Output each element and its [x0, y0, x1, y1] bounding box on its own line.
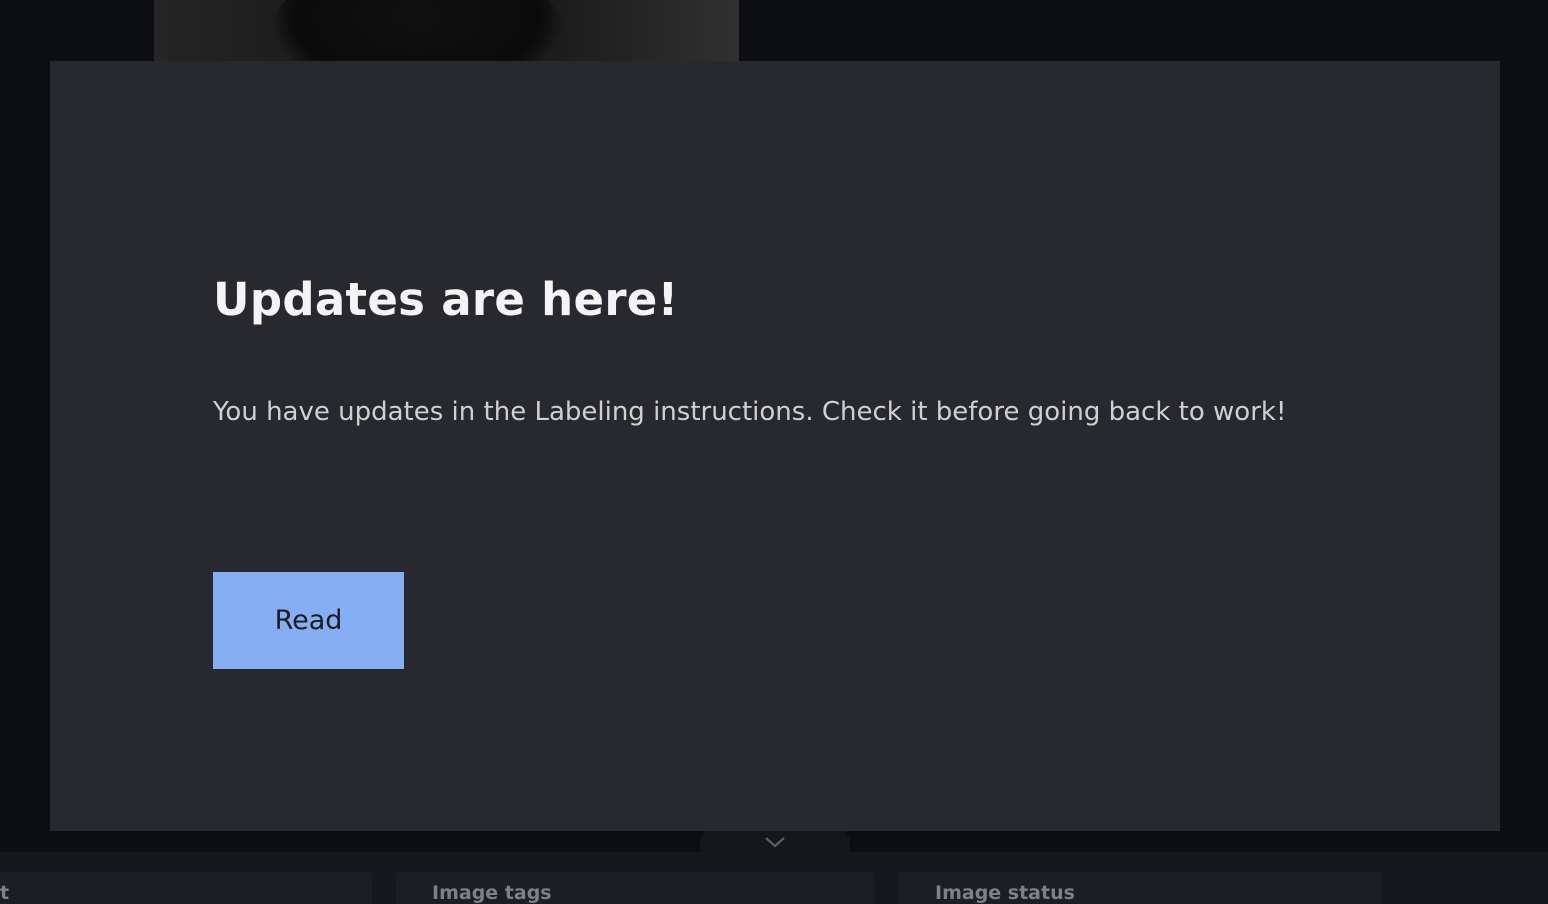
modal-message: You have updates in the Labeling instruc…	[213, 397, 1287, 427]
modal-title: Updates are here!	[213, 273, 679, 326]
image-preview	[154, 0, 739, 62]
collapse-panel-toggle[interactable]	[700, 830, 850, 854]
updates-modal: Updates are here! You have updates in th…	[50, 61, 1500, 831]
chevron-down-icon	[765, 837, 785, 848]
read-button[interactable]: Read	[213, 572, 404, 669]
image-tags-label: Image tags	[432, 882, 552, 904]
image-status-label: Image status	[935, 882, 1075, 904]
app-stage: t Image tags Image status Updates are he…	[0, 0, 1548, 904]
left-field[interactable]	[0, 872, 372, 904]
bottom-panel: t Image tags Image status	[0, 852, 1548, 904]
image-overlay-shade	[154, 0, 739, 62]
left-field-label: t	[0, 882, 10, 904]
